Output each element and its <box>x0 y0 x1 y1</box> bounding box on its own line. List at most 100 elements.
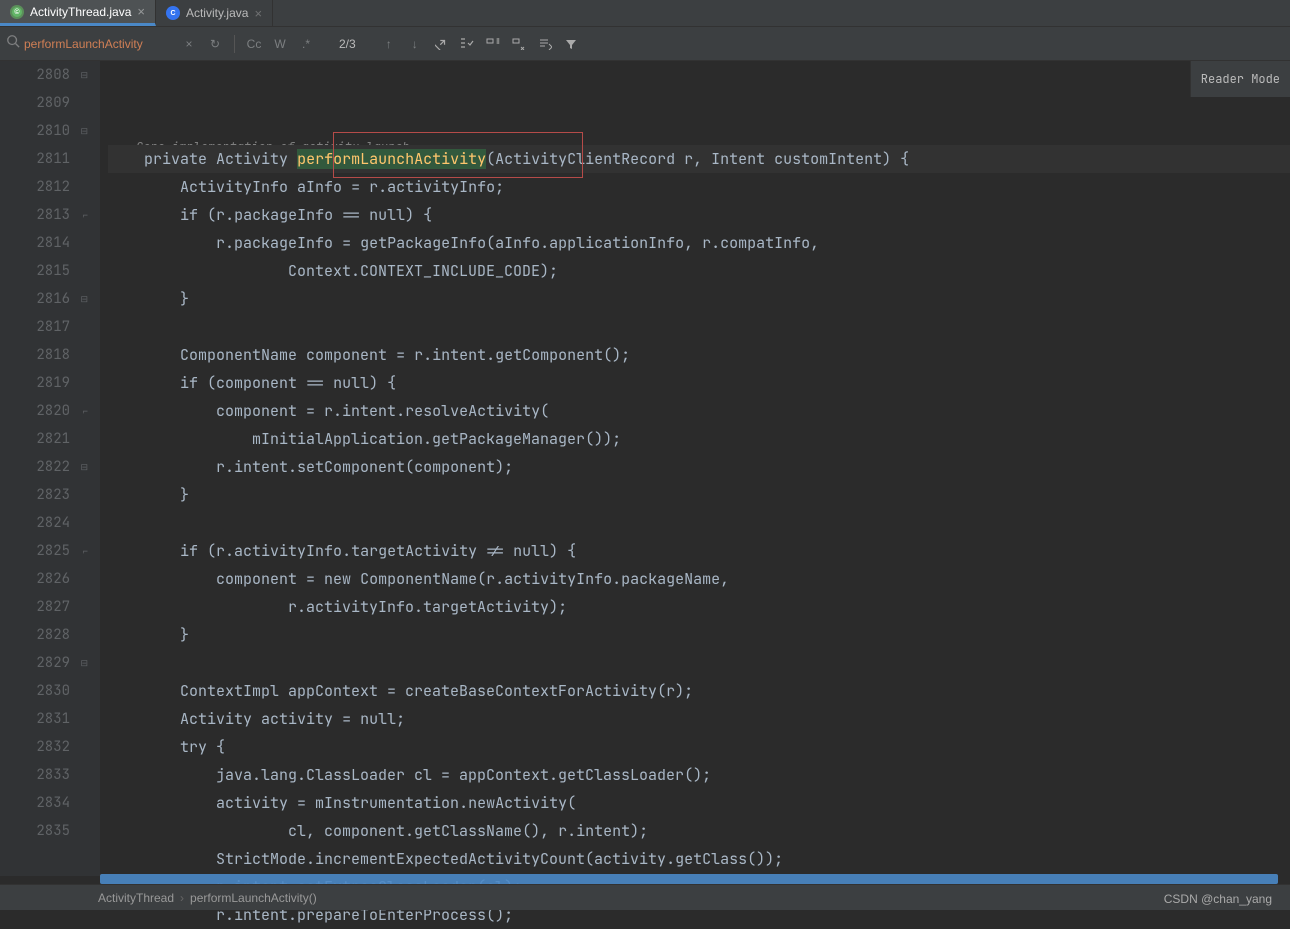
line-number: 2835 <box>0 817 70 845</box>
code-line[interactable]: r.activityInfo.targetActivity); <box>108 593 1290 621</box>
remove-selection-icon[interactable] <box>508 33 530 55</box>
line-number: 2809 <box>0 89 70 117</box>
clear-icon[interactable]: × <box>178 33 200 55</box>
code-line[interactable] <box>108 509 1290 537</box>
line-number: 2829⊟ <box>0 649 70 677</box>
close-icon[interactable]: × <box>254 6 262 21</box>
reader-mode-button[interactable]: Reader Mode <box>1190 61 1290 97</box>
line-number: 2832 <box>0 733 70 761</box>
horizontal-scrollbar[interactable] <box>100 874 1278 884</box>
code-line[interactable] <box>108 313 1290 341</box>
line-number: 2831 <box>0 705 70 733</box>
regex-button[interactable]: .* <box>295 33 317 55</box>
history-icon[interactable]: ↻ <box>204 33 226 55</box>
match-count: 2/3 <box>339 37 356 51</box>
tab-label: Activity.java <box>186 6 248 20</box>
watermark: CSDN @chan_yang <box>1164 892 1272 906</box>
code-area[interactable]: Reader Mode Core implementation of activ… <box>100 61 1290 876</box>
code-line[interactable]: if (component == null) { <box>108 369 1290 397</box>
prev-match-icon[interactable]: ↑ <box>378 33 400 55</box>
filter-icon[interactable] <box>560 33 582 55</box>
line-number: 2812 <box>0 173 70 201</box>
line-number: 2814 <box>0 229 70 257</box>
line-number: 2808⊟ <box>0 61 70 89</box>
fold-icon[interactable]: ⊟ <box>78 453 88 481</box>
fold-icon[interactable]: ⊟ <box>78 117 88 145</box>
line-number: 2818 <box>0 341 70 369</box>
fold-icon[interactable]: ⌐ <box>78 397 88 425</box>
match-case-button[interactable]: Cc <box>243 33 265 55</box>
code-line[interactable]: mInitialApplication.getPackageManager())… <box>108 425 1290 453</box>
search-icon <box>6 34 20 53</box>
tab-activitythread[interactable]: © ActivityThread.java × <box>0 0 156 26</box>
code-line[interactable]: java.lang.ClassLoader cl = appContext.ge… <box>108 761 1290 789</box>
line-number: 2827 <box>0 593 70 621</box>
code-line[interactable]: activity = mInstrumentation.newActivity( <box>108 789 1290 817</box>
line-number: 2817 <box>0 313 70 341</box>
export-icon[interactable] <box>534 33 556 55</box>
code-line[interactable]: component = new ComponentName(r.activity… <box>108 565 1290 593</box>
line-number: 2819 <box>0 369 70 397</box>
divider <box>234 35 235 53</box>
code-line[interactable]: } <box>108 621 1290 649</box>
tab-label: ActivityThread.java <box>30 5 131 19</box>
code-line[interactable]: if (r.activityInfo.targetActivity != nul… <box>108 537 1290 565</box>
words-button[interactable]: W <box>269 33 291 55</box>
code-line[interactable] <box>108 649 1290 677</box>
code-line[interactable]: Context.CONTEXT_INCLUDE_CODE); <box>108 257 1290 285</box>
editor-tabs: © ActivityThread.java × C Activity.java … <box>0 0 1290 27</box>
fold-icon[interactable]: ⌐ <box>78 201 88 229</box>
code-line[interactable]: StrictMode.incrementExpectedActivityCoun… <box>108 845 1290 873</box>
fold-icon[interactable]: ⊟ <box>78 649 88 677</box>
line-number: 2816⊟ <box>0 285 70 313</box>
breadcrumb-class[interactable]: ActivityThread <box>92 891 180 905</box>
code-line[interactable]: private Activity performLaunchActivity(A… <box>108 145 1290 173</box>
code-line[interactable]: } <box>108 481 1290 509</box>
code-line[interactable]: cl, component.getClassName(), r.intent); <box>108 817 1290 845</box>
fold-icon[interactable]: ⊟ <box>78 285 88 313</box>
tab-activity[interactable]: C Activity.java × <box>156 0 273 26</box>
search-input[interactable] <box>24 37 174 51</box>
code-line[interactable]: ComponentName component = r.intent.getCo… <box>108 341 1290 369</box>
code-line[interactable]: Activity activity = null; <box>108 705 1290 733</box>
code-line[interactable]: r.intent.setComponent(component); <box>108 453 1290 481</box>
find-bar: × ↻ Cc W .* 2/3 ↑ ↓ Ⅱ <box>0 27 1290 61</box>
svg-text:Ⅱ: Ⅱ <box>496 38 500 46</box>
line-number: 2821 <box>0 425 70 453</box>
breadcrumb-method[interactable]: performLaunchActivity() <box>184 891 323 905</box>
line-number: 2834 <box>0 789 70 817</box>
svg-text:C: C <box>170 10 175 17</box>
java-file-icon: © <box>10 5 24 19</box>
code-line[interactable]: try { <box>108 733 1290 761</box>
next-match-icon[interactable]: ↓ <box>404 33 426 55</box>
close-icon[interactable]: × <box>137 4 145 19</box>
line-number: 2810⊟ <box>0 117 70 145</box>
line-gutter: 2808⊟28092810⊟281128122813⌐281428152816⊟… <box>0 61 100 876</box>
line-number: 2830 <box>0 677 70 705</box>
line-number: 2822⊟ <box>0 453 70 481</box>
line-number: 2815 <box>0 257 70 285</box>
line-number: 2813⌐ <box>0 201 70 229</box>
code-line[interactable]: ContextImpl appContext = createBaseConte… <box>108 677 1290 705</box>
line-number: 2828 <box>0 621 70 649</box>
line-number: 2811 <box>0 145 70 173</box>
line-number: 2825⌐ <box>0 537 70 565</box>
breadcrumbs: ActivityThread › performLaunchActivity()… <box>0 884 1290 910</box>
fold-icon[interactable]: ⊟ <box>78 61 88 89</box>
pin-icon[interactable] <box>430 33 452 55</box>
class-file-icon: C <box>166 6 180 20</box>
line-number: 2826 <box>0 565 70 593</box>
code-line[interactable]: } <box>108 285 1290 313</box>
code-line[interactable]: component = r.intent.resolveActivity( <box>108 397 1290 425</box>
code-line[interactable]: r.packageInfo = getPackageInfo(aInfo.app… <box>108 229 1290 257</box>
code-editor[interactable]: 2808⊟28092810⊟281128122813⌐281428152816⊟… <box>0 61 1290 876</box>
select-all-icon[interactable] <box>456 33 478 55</box>
svg-text:©: © <box>14 8 20 16</box>
add-selection-icon[interactable]: Ⅱ <box>482 33 504 55</box>
code-line[interactable]: if (r.packageInfo == null) { <box>108 201 1290 229</box>
fold-icon[interactable]: ⌐ <box>78 537 88 565</box>
line-number: 2820⌐ <box>0 397 70 425</box>
line-number: 2823 <box>0 481 70 509</box>
code-line[interactable]: ActivityInfo aInfo = r.activityInfo; <box>108 173 1290 201</box>
line-number: 2824 <box>0 509 70 537</box>
